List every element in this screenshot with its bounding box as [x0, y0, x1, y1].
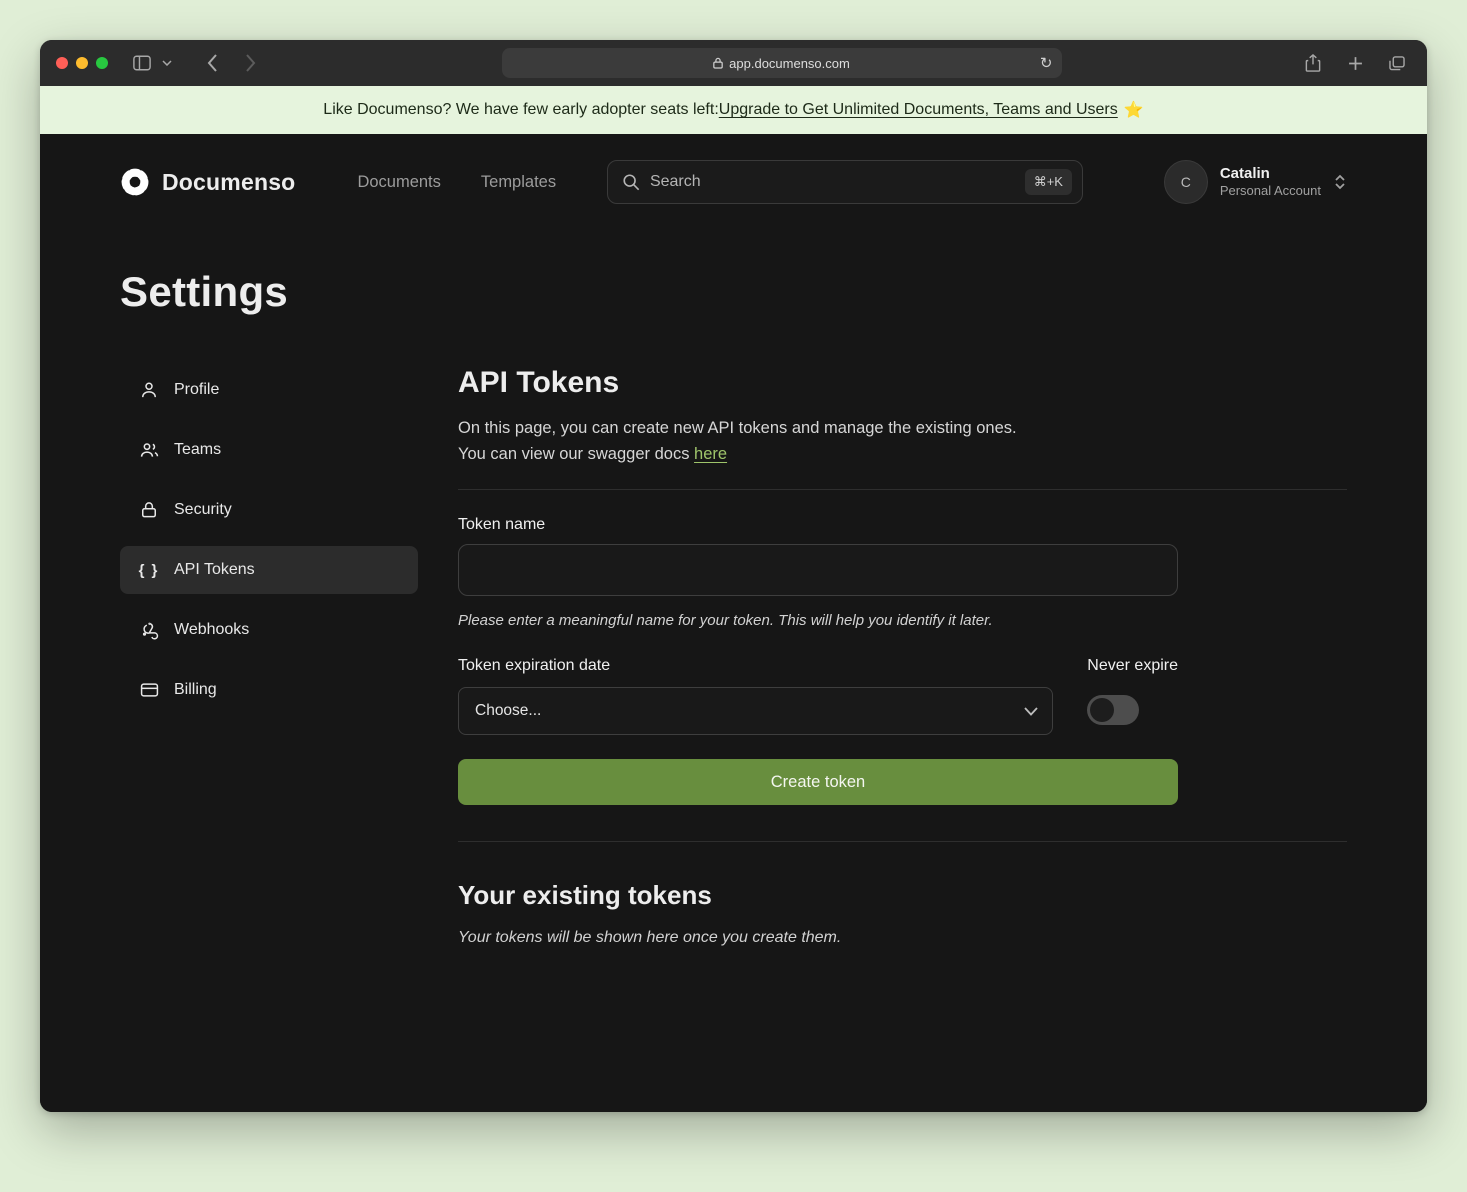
- expiration-select[interactable]: Choose...: [458, 687, 1053, 735]
- top-nav: Documents Templates: [357, 173, 556, 192]
- star-emoji: ⭐: [1124, 100, 1144, 120]
- sidebar-toggle-icon[interactable]: [128, 49, 156, 77]
- webhook-icon: [138, 620, 160, 640]
- new-tab-icon[interactable]: [1341, 49, 1369, 77]
- credit-card-icon: [138, 680, 160, 700]
- browser-titlebar: app.documenso.com ↻: [40, 40, 1427, 86]
- divider: [458, 489, 1347, 490]
- avatar-initial: C: [1181, 174, 1191, 190]
- toggle-knob: [1090, 698, 1114, 722]
- share-icon[interactable]: [1299, 49, 1327, 77]
- token-name-label: Token name: [458, 516, 1178, 534]
- create-token-form: Token name Please enter a meaningful nam…: [458, 516, 1178, 805]
- sidebar-item-billing[interactable]: Billing: [120, 666, 418, 714]
- sidebar-item-label: Webhooks: [174, 621, 249, 639]
- search-icon: [622, 173, 640, 191]
- user-icon: [138, 380, 160, 400]
- brand-home-link[interactable]: Documenso: [120, 167, 295, 197]
- existing-tokens-heading: Your existing tokens: [458, 880, 1347, 911]
- tabs-overview-icon[interactable]: [1383, 49, 1411, 77]
- divider: [458, 841, 1347, 842]
- url-text: app.documenso.com: [729, 56, 850, 71]
- address-bar[interactable]: app.documenso.com ↻: [502, 48, 1062, 78]
- sidebar-item-label: API Tokens: [174, 561, 255, 579]
- close-button[interactable]: [56, 57, 68, 69]
- sidebar-item-api-tokens[interactable]: { } API Tokens: [120, 546, 418, 594]
- zoom-button[interactable]: [96, 57, 108, 69]
- sidebar-item-label: Profile: [174, 381, 219, 399]
- avatar: C: [1164, 160, 1208, 204]
- braces-icon: { }: [138, 562, 160, 579]
- lock-icon: [138, 500, 160, 520]
- settings-nav: Profile Teams Security { } API Token: [120, 366, 418, 947]
- existing-tokens-empty-text: Your tokens will be shown here once you …: [458, 929, 1347, 947]
- swagger-docs-link[interactable]: here: [694, 445, 727, 463]
- section-description: On this page, you can create new API tok…: [458, 416, 1347, 467]
- section-heading: API Tokens: [458, 366, 1347, 400]
- nav-documents[interactable]: Documents: [357, 173, 440, 192]
- sidebar-item-label: Teams: [174, 441, 221, 459]
- user-account-type: Personal Account: [1220, 183, 1321, 199]
- expiration-select-value: Choose...: [475, 702, 541, 720]
- sidebar-item-label: Billing: [174, 681, 217, 699]
- browser-window: app.documenso.com ↻ Like Documenso? We h…: [40, 40, 1427, 1112]
- back-button-icon[interactable]: [198, 49, 226, 77]
- refresh-icon[interactable]: ↻: [1040, 56, 1053, 71]
- existing-tokens-section: Your existing tokens Your tokens will be…: [458, 880, 1347, 947]
- app-root: Documenso Documents Templates ⌘+K C: [40, 134, 1427, 1112]
- sidebar-item-profile[interactable]: Profile: [120, 366, 418, 414]
- app-header: Documenso Documents Templates ⌘+K C: [120, 158, 1347, 206]
- token-name-help: Please enter a meaningful name for your …: [458, 612, 1178, 629]
- traffic-lights: [56, 57, 108, 69]
- sidebar-item-teams[interactable]: Teams: [120, 426, 418, 474]
- minimize-button[interactable]: [76, 57, 88, 69]
- expiration-label: Token expiration date: [458, 657, 1053, 675]
- user-menu[interactable]: C Catalin Personal Account: [1164, 160, 1347, 204]
- documenso-logo-icon: [120, 167, 150, 197]
- promo-banner: Like Documenso? We have few early adopte…: [40, 86, 1427, 134]
- sidebar-item-webhooks[interactable]: Webhooks: [120, 606, 418, 654]
- chevron-up-down-icon: [1333, 173, 1347, 191]
- upgrade-link[interactable]: Upgrade to Get Unlimited Documents, Team…: [719, 101, 1118, 119]
- tls-lock-icon: [713, 57, 723, 69]
- token-name-input[interactable]: [458, 544, 1178, 596]
- forward-button-icon[interactable]: [236, 49, 264, 77]
- promo-text: Like Documenso? We have few early adopte…: [323, 101, 718, 119]
- sidebar-item-security[interactable]: Security: [120, 486, 418, 534]
- global-search[interactable]: ⌘+K: [607, 160, 1083, 204]
- tab-overview-chevron-icon[interactable]: [160, 49, 174, 77]
- users-icon: [138, 440, 160, 460]
- create-token-button[interactable]: Create token: [458, 759, 1178, 805]
- nav-templates[interactable]: Templates: [481, 173, 556, 192]
- search-shortcut-badge: ⌘+K: [1025, 169, 1072, 195]
- never-expire-toggle[interactable]: [1087, 695, 1139, 725]
- never-expire-label: Never expire: [1087, 657, 1178, 675]
- chevron-down-icon: [1024, 707, 1038, 716]
- sidebar-item-label: Security: [174, 501, 232, 519]
- brand-name: Documenso: [162, 169, 295, 196]
- page-title: Settings: [120, 268, 1347, 316]
- user-name: Catalin: [1220, 165, 1321, 184]
- search-input[interactable]: [650, 173, 1015, 191]
